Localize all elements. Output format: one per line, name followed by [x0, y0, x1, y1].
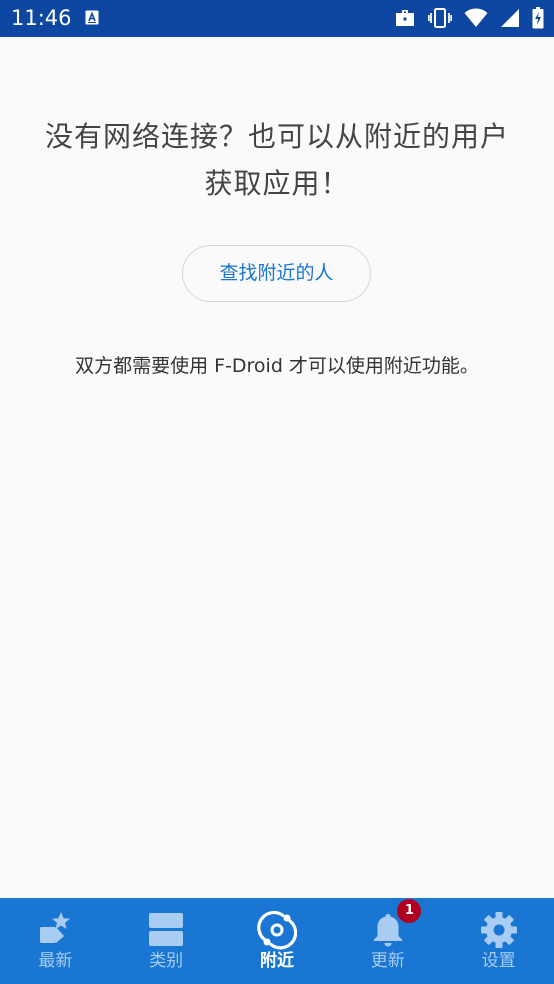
bottom-navigation: 最新 类别 附近 1 更新 设置 — [0, 898, 554, 984]
nav-item-settings[interactable]: 设置 — [443, 898, 554, 984]
nav-label-settings: 设置 — [481, 951, 516, 971]
wifi-icon — [464, 8, 488, 28]
nav-label-nearby: 附近 — [259, 951, 294, 971]
app-notification-icon — [85, 10, 99, 25]
latest-star-icon — [35, 910, 75, 950]
nav-label-latest: 最新 — [38, 951, 73, 971]
updates-count-badge: 1 — [397, 899, 422, 923]
work-briefcase-icon — [394, 8, 416, 28]
status-bar: 11:46 — [0, 0, 554, 37]
nav-label-updates: 更新 — [370, 951, 405, 971]
vibrate-icon — [428, 7, 452, 29]
battery-icon — [532, 7, 544, 29]
status-icons — [394, 6, 544, 30]
nav-item-categories[interactable]: 类别 — [111, 898, 222, 984]
nearby-requirement-note: 双方都需要使用 F-Droid 才可以使用附近功能。 — [75, 355, 479, 377]
status-time: 11:46 — [11, 6, 72, 30]
nav-item-latest[interactable]: 最新 — [0, 898, 111, 984]
nearby-icon — [257, 910, 297, 950]
categories-icon — [146, 910, 186, 950]
nav-item-nearby[interactable]: 附近 — [222, 898, 333, 984]
nav-item-updates[interactable]: 1 更新 — [332, 898, 443, 984]
no-network-headline: 没有网络连接？也可以从附近的用户获取应用！ — [44, 120, 509, 200]
nearby-screen: 没有网络连接？也可以从附近的用户获取应用！ 查找附近的人 双方都需要使用 F-D… — [0, 37, 554, 898]
nav-label-categories: 类别 — [149, 951, 184, 971]
gear-icon — [479, 910, 519, 950]
cell-signal-icon — [500, 8, 520, 28]
find-people-nearby-button[interactable]: 查找附近的人 — [182, 245, 371, 302]
